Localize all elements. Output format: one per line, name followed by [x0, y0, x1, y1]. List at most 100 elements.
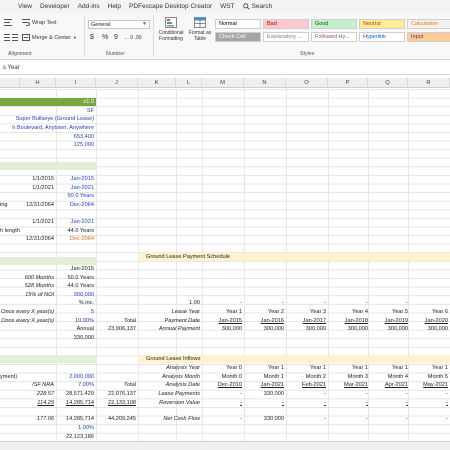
- column-header-h[interactable]: H: [20, 78, 56, 88]
- label-cell[interactable]: 600 Months: [20, 274, 54, 282]
- menu-help[interactable]: Help: [108, 3, 129, 10]
- date-cell[interactable]: Dec-2064: [56, 201, 94, 209]
- date-cell[interactable]: 12/31/2064: [20, 201, 54, 209]
- column-header-l[interactable]: L: [176, 78, 202, 88]
- lease-payment-cell[interactable]: -: [202, 390, 242, 398]
- value-cell[interactable]: 10.00%: [56, 317, 94, 325]
- net-cash-flow-cell[interactable]: -: [368, 415, 408, 423]
- analysis-month-cell[interactable]: Month 4: [368, 373, 408, 381]
- cell-style-6[interactable]: Check Cell: [215, 32, 261, 42]
- cell-style-8[interactable]: Followed Hy...: [311, 32, 357, 42]
- cell-style-5[interactable]: Calculation: [407, 19, 450, 29]
- indent-buttons[interactable]: [4, 34, 18, 41]
- column-header-j[interactable]: J: [96, 78, 138, 88]
- net-cash-flow-label[interactable]: Net Cash Flow: [138, 415, 200, 423]
- analysis-month-cell[interactable]: Month 0: [202, 373, 242, 381]
- currency-button[interactable]: $: [90, 34, 94, 41]
- value-125000-cell[interactable]: 125,000: [56, 141, 94, 149]
- value-cell[interactable]: 2,000,000: [56, 373, 94, 381]
- column-header-i[interactable]: I: [56, 78, 96, 88]
- analysis-date-label[interactable]: Analysis Date: [138, 381, 200, 389]
- label-cell[interactable]: 528 Months: [20, 282, 54, 290]
- cell-style-1[interactable]: Normal: [215, 19, 261, 29]
- value-cell[interactable]: 14,285,714: [56, 415, 94, 423]
- value-cell[interactable]: 28,571,429: [56, 390, 94, 398]
- payment-date-cell[interactable]: Jan-2016: [244, 317, 284, 325]
- dash-cell[interactable]: -: [286, 299, 326, 307]
- payment-date-cell[interactable]: Jan-2015: [202, 317, 242, 325]
- inflow-title[interactable]: Ground Lease Inflows: [146, 355, 266, 363]
- comma-button[interactable]: 9: [114, 34, 118, 41]
- payment-date-cell[interactable]: Jan-2019: [368, 317, 408, 325]
- date-cell[interactable]: Jan-2015: [56, 175, 94, 183]
- menu-pdfescape[interactable]: PDFescape Desktop Creator: [129, 3, 220, 10]
- label-cell[interactable]: % inc.: [56, 299, 94, 307]
- conditional-formatting-button[interactable]: Conditional Formatting: [156, 17, 186, 42]
- analysis-month-cell[interactable]: Month 5: [408, 373, 448, 381]
- value-cell[interactable]: 22,123,186: [56, 433, 94, 441]
- lease-payment-cell[interactable]: -: [286, 390, 326, 398]
- value-cell[interactable]: 22,076,137: [96, 390, 136, 398]
- years-cell[interactable]: 44.0 Years: [56, 227, 94, 235]
- search-box[interactable]: Search: [242, 3, 281, 10]
- dash-cell[interactable]: -: [202, 299, 242, 307]
- analysis-date-cell[interactable]: Apr-2021: [368, 381, 408, 389]
- menu-add-ins[interactable]: Add-ins: [78, 3, 108, 10]
- formula-bar[interactable]: s Year: [0, 61, 450, 75]
- label-cell[interactable]: ing: [0, 201, 20, 209]
- analysis-month-cell[interactable]: Month 2: [286, 373, 326, 381]
- one-00-cell[interactable]: 1.00: [176, 299, 200, 307]
- date-cell[interactable]: 1/1/2021: [20, 184, 54, 192]
- lease-year-cell[interactable]: Year 2: [244, 308, 284, 316]
- lease-year-cell[interactable]: Year 1: [202, 308, 242, 316]
- column-header-m[interactable]: M: [202, 78, 244, 88]
- column-header-blank[interactable]: [0, 78, 20, 88]
- analysis-year-cell[interactable]: Year 1: [244, 364, 284, 372]
- cell-style-10[interactable]: Input: [407, 32, 450, 42]
- value-cell[interactable]: 14,285,714: [56, 399, 94, 407]
- align-left-button[interactable]: [4, 19, 12, 26]
- analysis-date-cell[interactable]: Mar-2021: [328, 381, 368, 389]
- annual-payment-cell[interactable]: 300,000: [408, 325, 448, 333]
- total-label[interactable]: Total: [96, 381, 136, 389]
- analysis-date-cell[interactable]: May-2021: [408, 381, 448, 389]
- analysis-month-label[interactable]: Analysis Month: [138, 373, 200, 381]
- analysis-year-label[interactable]: Analysis Year: [138, 364, 200, 372]
- lease-payment-cell[interactable]: -: [408, 390, 448, 398]
- menu-wst[interactable]: WST: [220, 3, 242, 10]
- cell-style-7[interactable]: Explanatory ...: [263, 32, 309, 42]
- column-header-k[interactable]: K: [138, 78, 176, 88]
- dash-cell[interactable]: -: [368, 299, 408, 307]
- years-cell[interactable]: 44.0 Years: [56, 282, 94, 290]
- reversion-value-cell[interactable]: -: [286, 399, 326, 407]
- lease-payment-cell[interactable]: -: [328, 390, 368, 398]
- payment-date-cell[interactable]: Jan-2020: [408, 317, 448, 325]
- column-header-n[interactable]: N: [244, 78, 286, 88]
- label-cell[interactable]: Annual: [56, 325, 94, 333]
- version-cell[interactable]: v1.0: [56, 98, 94, 106]
- property-name-cell[interactable]: Super Bullseye (Ground Lease): [0, 115, 94, 123]
- value-cell[interactable]: 1.00%: [56, 424, 94, 432]
- label-cell[interactable]: Once every X year(s): [0, 317, 54, 325]
- payment-date-label[interactable]: Payment Date: [138, 317, 200, 325]
- schedule-title[interactable]: Ground Lease Payment Schedule: [146, 253, 266, 261]
- date-cell[interactable]: 1/1/2021: [20, 218, 54, 226]
- lease-year-cell[interactable]: Year 3: [286, 308, 326, 316]
- annual-payment-cell[interactable]: 300,000: [244, 325, 284, 333]
- label-cell[interactable]: Once every X year(s): [0, 308, 54, 316]
- years-cell[interactable]: 50.0 Years: [56, 192, 94, 200]
- decimal-buttons[interactable]: ←.0 .00: [124, 35, 142, 41]
- net-cash-flow-cell[interactable]: -: [328, 415, 368, 423]
- analysis-year-cell[interactable]: Year 1: [328, 364, 368, 372]
- lease-payment-cell[interactable]: 330,000: [244, 390, 284, 398]
- reversion-value-cell[interactable]: -: [328, 399, 368, 407]
- number-format-dropdown[interactable]: General ▼: [88, 20, 150, 29]
- column-header-q[interactable]: Q: [368, 78, 408, 88]
- column-header-o[interactable]: O: [286, 78, 328, 88]
- value-cell[interactable]: 300,000: [56, 291, 94, 299]
- total-value[interactable]: 23,906,137: [96, 325, 136, 333]
- value-cell[interactable]: 22,133,108: [96, 399, 136, 407]
- net-cash-flow-cell[interactable]: -: [408, 415, 448, 423]
- lease-payments-label[interactable]: Lease Payments: [138, 390, 200, 398]
- years-cell[interactable]: 50.0 Years: [56, 274, 94, 282]
